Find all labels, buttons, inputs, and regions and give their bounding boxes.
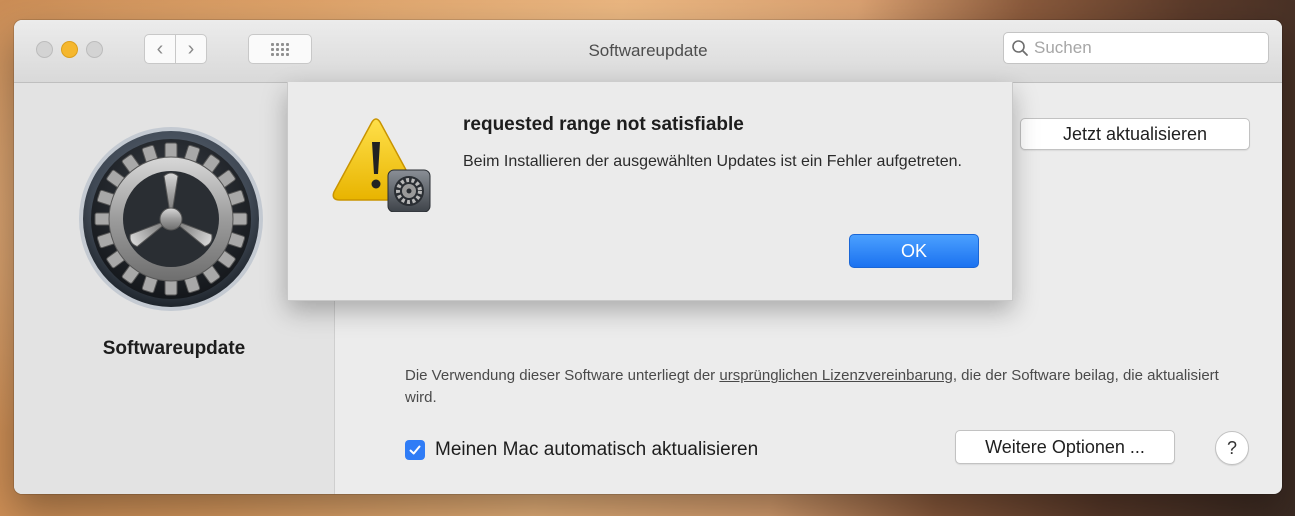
auto-update-row: Meinen Mac automatisch aktualisieren — [405, 435, 758, 465]
search-icon — [1012, 40, 1028, 56]
checkmark-icon — [409, 445, 421, 455]
license-prefix: Die Verwendung dieser Software unterlieg… — [405, 367, 720, 384]
license-link[interactable]: ursprünglichen Lizenzvereinbarung — [719, 367, 952, 384]
error-alert-sheet: requested range not satisfiable Beim Ins… — [287, 82, 1013, 301]
gear-icon — [78, 126, 264, 312]
warning-icon — [332, 118, 431, 212]
help-button[interactable]: ? — [1215, 431, 1249, 465]
auto-update-label[interactable]: Meinen Mac automatisch aktualisieren — [435, 439, 758, 461]
title-bar: ‹ › Softwareupdate Suchen — [14, 20, 1282, 83]
search-field[interactable]: Suchen — [1003, 32, 1269, 64]
alert-message: Beim Installieren der ausgewählten Updat… — [463, 153, 962, 170]
more-options-button[interactable]: Weitere Optionen ... — [955, 430, 1175, 464]
ok-button[interactable]: OK — [849, 234, 979, 268]
license-text: Die Verwendung dieser Software unterlieg… — [405, 365, 1235, 409]
search-placeholder: Suchen — [1034, 38, 1092, 57]
sidebar-title: Softwareupdate — [102, 338, 246, 359]
auto-update-checkbox[interactable] — [405, 440, 425, 460]
alert-title: requested range not satisfiable — [463, 114, 744, 135]
update-now-button[interactable]: Jetzt aktualisieren — [1020, 118, 1250, 150]
